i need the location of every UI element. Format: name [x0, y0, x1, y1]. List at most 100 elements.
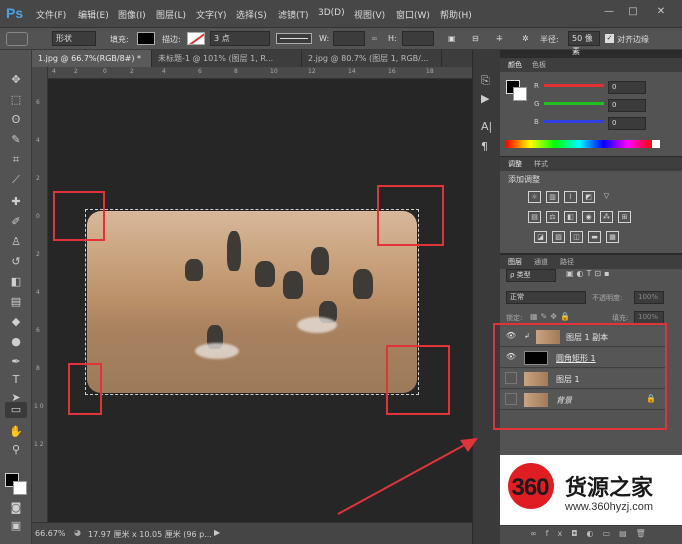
channel-r-slider[interactable] — [544, 84, 604, 87]
align-edges-checkbox[interactable]: ✓ — [605, 34, 614, 43]
menu-type[interactable]: 文字(Y) — [196, 8, 227, 21]
blend-mode-select[interactable]: 正常 — [506, 291, 586, 304]
restore-button[interactable]: □ — [624, 4, 642, 20]
lasso-tool-icon[interactable]: ʘ — [8, 112, 24, 128]
quick-mask-icon[interactable]: ◙ — [8, 500, 24, 516]
gradient-tool-icon[interactable]: ▤ — [8, 294, 24, 310]
color-balance-icon[interactable]: ⚖ — [546, 211, 559, 223]
channel-g-slider[interactable] — [544, 102, 604, 105]
spectrum-white-swatch[interactable] — [652, 140, 660, 148]
type-tool-icon[interactable]: T — [8, 372, 24, 388]
menu-edit[interactable]: 编辑(E) — [78, 8, 109, 21]
crop-tool-icon[interactable]: ⌗ — [8, 152, 24, 168]
layer-action-icons[interactable]: ∞fx◘◐▭▤🗑 — [530, 529, 655, 538]
path-arrange-icon[interactable]: ⁜ — [496, 34, 503, 43]
tab-swatches[interactable]: 色板 — [532, 60, 546, 70]
stroke-swatch[interactable] — [187, 32, 205, 45]
menu-file[interactable]: 文件(F) — [36, 8, 66, 21]
layer-filter-select[interactable]: ρ 类型 — [506, 269, 556, 282]
close-button[interactable]: ✕ — [652, 4, 670, 20]
menu-layer[interactable]: 图层(L) — [156, 8, 186, 21]
color-bg-swatch[interactable] — [513, 87, 527, 101]
history-brush-tool-icon[interactable]: ↺ — [8, 254, 24, 270]
tab-adjustments[interactable]: 调整 — [508, 159, 522, 169]
rounded-rectangle-tool-icon[interactable]: ▭ — [5, 402, 27, 418]
lock-icons[interactable]: ▦✎✥🔒 — [530, 312, 573, 321]
channel-b-value[interactable]: 0 — [608, 117, 646, 130]
channel-g-value[interactable]: 0 — [608, 99, 646, 112]
quick-select-tool-icon[interactable]: ✎ — [8, 132, 24, 148]
curves-icon[interactable]: ⌇ — [564, 191, 577, 203]
exposure-icon[interactable]: ◩ — [582, 191, 595, 203]
radius-field[interactable]: 50 像素 — [568, 31, 600, 56]
eyedropper-tool-icon[interactable]: ⟋ — [8, 172, 24, 188]
fill-swatch[interactable] — [137, 32, 155, 45]
vibrance-icon[interactable]: ▽ — [600, 191, 613, 203]
layer-filter-icons[interactable]: ▣◐T⊡▪ — [566, 269, 613, 278]
menu-window[interactable]: 窗口(W) — [396, 8, 430, 21]
marquee-tool-icon[interactable]: ⬚ — [8, 92, 24, 108]
menu-help[interactable]: 帮助(H) — [440, 8, 472, 21]
blur-tool-icon[interactable]: ◆ — [8, 314, 24, 330]
tab-2-jpg[interactable]: 2.jpg @ 80.7% (图层 1, RGB/... — [302, 50, 442, 67]
posterize-icon[interactable]: ▨ — [552, 231, 565, 243]
wildebeest-photo[interactable] — [87, 211, 417, 393]
menu-3d[interactable]: 3D(D) — [318, 8, 345, 18]
path-align-icon[interactable]: ⊟ — [472, 34, 479, 43]
invert-icon[interactable]: ◪ — [534, 231, 547, 243]
opacity-field[interactable]: 100% — [634, 291, 664, 304]
minimize-button[interactable]: — — [600, 4, 618, 20]
status-menu-arrow-icon[interactable]: ▶ — [214, 528, 220, 537]
gradient-map-icon[interactable]: ▬ — [588, 231, 601, 243]
history-panel-icon[interactable]: ⎘ — [481, 74, 490, 88]
width-field[interactable] — [333, 31, 365, 46]
menu-image[interactable]: 图像(I) — [118, 8, 146, 21]
hue-saturation-icon[interactable]: ▤ — [528, 211, 541, 223]
link-icon[interactable]: ∞ — [371, 34, 378, 43]
healing-brush-tool-icon[interactable]: ✚ — [8, 194, 24, 210]
height-field[interactable] — [402, 31, 434, 46]
levels-icon[interactable]: ▥ — [546, 191, 559, 203]
photo-filter-icon[interactable]: ◉ — [582, 211, 595, 223]
menu-select[interactable]: 选择(S) — [236, 8, 267, 21]
actions-panel-icon[interactable]: ▶ — [481, 92, 489, 105]
paragraph-panel-icon[interactable]: ¶ — [481, 140, 488, 153]
tab-1-jpg[interactable]: 1.jpg @ 66.7%(RGB/8#) * — [32, 50, 152, 67]
menu-filter[interactable]: 滤镜(T) — [278, 8, 309, 21]
zoom-level[interactable]: 66.67% — [35, 529, 66, 538]
tab-styles[interactable]: 样式 — [534, 159, 548, 169]
brush-tool-icon[interactable]: ✐ — [8, 214, 24, 230]
clone-stamp-tool-icon[interactable]: ♙ — [8, 234, 24, 250]
channel-r-value[interactable]: 0 — [608, 81, 646, 94]
move-tool-icon[interactable]: ✥ — [8, 72, 24, 88]
tab-color[interactable]: 颜色 — [508, 60, 522, 70]
tab-untitled-1[interactable]: 未标题-1 @ 101% (图层 1, R... — [152, 50, 302, 67]
tab-layers[interactable]: 图层 — [508, 257, 522, 267]
tab-channels[interactable]: 通道 — [534, 257, 548, 267]
stroke-size-field[interactable]: 3 点 — [210, 31, 270, 46]
background-color-swatch[interactable] — [13, 481, 27, 495]
stroke-type-select[interactable] — [276, 33, 312, 44]
channel-b-slider[interactable] — [544, 120, 604, 123]
channel-mixer-icon[interactable]: ⁂ — [600, 211, 613, 223]
hand-tool-icon[interactable]: ✋ — [8, 424, 24, 440]
color-spectrum-bar[interactable] — [506, 140, 652, 148]
character-panel-icon[interactable]: A| — [481, 120, 492, 133]
rounded-rect-tool-icon[interactable] — [6, 32, 28, 46]
threshold-icon[interactable]: ◫ — [570, 231, 583, 243]
screen-mode-icon[interactable]: ▣ — [8, 518, 24, 534]
selective-color-icon[interactable]: ▦ — [606, 231, 619, 243]
menu-view[interactable]: 视图(V) — [354, 8, 385, 21]
zoom-tool-icon[interactable]: ⚲ — [8, 442, 24, 458]
black-white-icon[interactable]: ◧ — [564, 211, 577, 223]
brightness-icon[interactable]: ☼ — [528, 191, 541, 203]
dodge-tool-icon[interactable]: ● — [8, 334, 24, 350]
highlight-box-layers — [493, 323, 667, 430]
tab-paths[interactable]: 路径 — [560, 257, 574, 267]
pen-tool-icon[interactable]: ✒ — [8, 354, 24, 370]
eraser-tool-icon[interactable]: ◧ — [8, 274, 24, 290]
gear-icon[interactable]: ✲ — [522, 34, 529, 43]
color-lookup-icon[interactable]: ⊞ — [618, 211, 631, 223]
shape-mode-select[interactable]: 形状 — [52, 31, 96, 46]
path-ops-icon[interactable]: ▣ — [448, 34, 456, 43]
